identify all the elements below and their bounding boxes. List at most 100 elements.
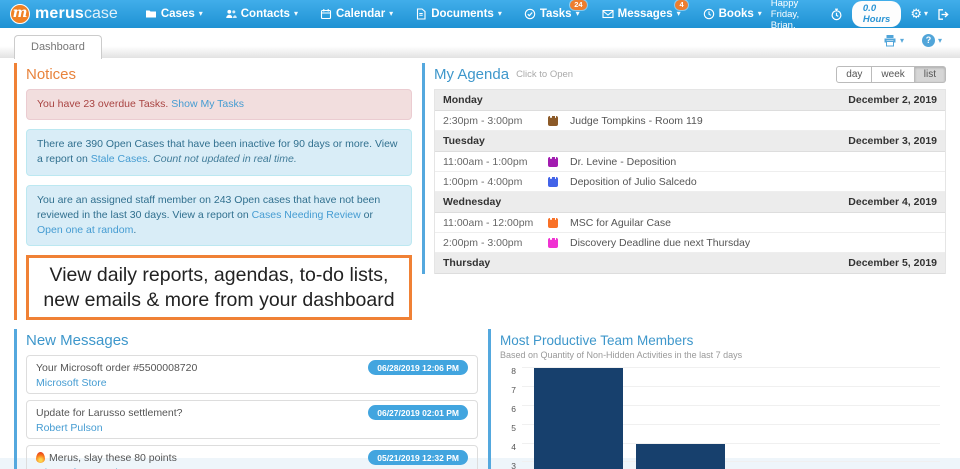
agenda-view-list[interactable]: list — [915, 66, 946, 83]
agenda-view-week[interactable]: week — [872, 66, 914, 83]
nav-item-documents[interactable]: Documents▾ — [406, 3, 511, 25]
event-calendar-icon — [548, 157, 558, 167]
event-title: Discovery Deadline due next Thursday — [570, 237, 750, 249]
nav-item-tasks[interactable]: Tasks▾24 — [515, 3, 589, 25]
message-sender-link[interactable]: Microsoft Store — [36, 377, 468, 389]
folder-icon — [145, 8, 157, 20]
caret-down-icon: ▾ — [576, 10, 580, 18]
chart-plot-area: VZWWBSMJL — [522, 368, 940, 469]
my-agenda-panel: My Agenda Click to Open dayweeklist Mond… — [422, 63, 946, 274]
y-tick-label: 8 — [511, 366, 516, 376]
agenda-event-row[interactable]: 11:00am - 12:00pm MSC for Aguilar Case — [435, 213, 945, 233]
y-tick-label: 7 — [511, 385, 516, 395]
message-date-badge: 06/27/2019 02:01 PM — [368, 405, 468, 420]
bar — [534, 368, 623, 469]
event-time: 11:00am - 1:00pm — [443, 156, 546, 168]
day-date: December 3, 2019 — [848, 135, 937, 147]
calendar-icon — [320, 8, 332, 20]
tab-dashboard[interactable]: Dashboard — [14, 35, 102, 59]
flame-icon — [36, 452, 45, 463]
caret-down-icon: ▾ — [199, 10, 203, 18]
agenda-event-row[interactable]: 11:00am - 1:00pm Dr. Levine - Deposition — [435, 152, 945, 172]
caret-down-icon: ▾ — [498, 10, 502, 18]
agenda-title: My Agenda — [434, 66, 509, 83]
bar-column-vz: VZ — [528, 368, 630, 469]
event-title: Dr. Levine - Deposition — [570, 156, 676, 168]
meruscase-logo[interactable]: m meruscase — [10, 4, 118, 24]
stopwatch-icon[interactable] — [830, 8, 843, 21]
y-tick-label: 3 — [511, 461, 516, 469]
books-icon — [703, 8, 715, 20]
event-calendar-icon — [548, 218, 558, 228]
caret-down-icon: ▾ — [294, 10, 298, 18]
event-title: Deposition of Julio Salcedo — [570, 176, 697, 188]
message-subject: Merus, slay these 80 points — [36, 452, 177, 464]
notice-link[interactable]: Cases Needing Review — [252, 209, 361, 221]
tab-bar: Dashboard ▾ ? ▾ — [0, 28, 960, 58]
notice-link[interactable]: Stale Cases — [91, 153, 148, 165]
greeting-text: Happy Friday, Brian. — [771, 0, 821, 31]
day-name: Tuesday — [443, 135, 485, 147]
notice-alert: There are 390 Open Cases that have been … — [26, 129, 412, 175]
bar-column-jl: JL — [833, 368, 935, 469]
print-menu[interactable]: ▾ — [883, 34, 904, 47]
notice-link[interactable]: Open one at random — [37, 224, 133, 236]
timer-hours-pill[interactable]: 0.0 Hours — [852, 1, 901, 27]
message-card[interactable]: Update for Larusso settlement? 06/27/2019… — [26, 400, 478, 439]
nav-item-contacts[interactable]: Contacts▾ — [216, 3, 307, 25]
logout-icon[interactable] — [937, 8, 950, 21]
bar-column-ww: WW — [630, 368, 732, 469]
message-sender-link[interactable]: Robert Pulson — [36, 422, 468, 434]
message-card[interactable]: Merus, slay these 80 points 05/21/2019 12… — [26, 445, 478, 469]
help-menu[interactable]: ? ▾ — [922, 34, 942, 47]
message-subject: Update for Larusso settlement? — [36, 407, 183, 419]
tab-bar-actions: ▾ ? ▾ — [883, 34, 942, 47]
y-tick-label: 5 — [511, 423, 516, 433]
bar-chart: 012345678 VZWWBSMJL — [500, 368, 940, 469]
bar-column-bsm: BSM — [731, 368, 833, 469]
message-date-badge: 05/21/2019 12:32 PM — [368, 450, 468, 465]
day-name: Monday — [443, 94, 483, 106]
tasks-icon — [524, 8, 536, 20]
agenda-event-row[interactable]: 1:00pm - 4:00pmDeposition of Julio Salce… — [435, 172, 945, 192]
new-messages-panel: New Messages Your Microsoft order #55000… — [14, 329, 478, 469]
agenda-event-row[interactable]: 2:30pm - 3:00pmJudge Tompkins - Room 119 — [435, 111, 945, 131]
chart-subtitle: Based on Quantity of Non-Hidden Activiti… — [500, 350, 946, 360]
agenda-table: Monday December 2, 2019 2:30pm - 3:00pmJud… — [434, 89, 946, 274]
caret-down-icon: ▾ — [677, 10, 681, 18]
notice-link[interactable]: Show My Tasks — [171, 98, 244, 110]
nav-item-messages[interactable]: Messages▾4 — [593, 3, 690, 25]
message-card[interactable]: Your Microsoft order #550000872006/28/20… — [26, 355, 478, 394]
envelope-icon — [602, 8, 614, 20]
agenda-view-day[interactable]: day — [836, 66, 872, 83]
day-date: December 2, 2019 — [848, 94, 937, 106]
dashboard-callout: View daily reports, agendas, to-do lists… — [26, 255, 412, 320]
event-time: 2:30pm - 3:00pm — [443, 115, 546, 127]
document-icon — [415, 8, 427, 20]
notice-alert: You have 23 overdue Tasks. Show My Tasks — [26, 89, 412, 120]
notices-panel: Notices You have 23 overdue Tasks. Show … — [14, 63, 412, 320]
nav-item-calendar[interactable]: Calendar▾ — [311, 3, 402, 25]
caret-down-icon: ▾ — [938, 37, 942, 45]
dashboard-content: Notices You have 23 overdue Tasks. Show … — [0, 58, 960, 458]
nav-item-cases[interactable]: Cases▾ — [136, 3, 212, 25]
brand-case: case — [84, 5, 118, 23]
agenda-event-row[interactable]: 2:00pm - 3:00pmDiscovery Deadline due ne… — [435, 233, 945, 253]
gear-icon: ⚙ — [910, 6, 922, 22]
bar — [636, 444, 725, 469]
nav-item-books[interactable]: Books▾ — [694, 3, 771, 25]
messages-list: Your Microsoft order #550000872006/28/20… — [26, 355, 478, 469]
event-title: MSC for Aguilar Case — [570, 217, 671, 229]
event-calendar-icon — [548, 238, 558, 248]
printer-icon — [883, 34, 897, 47]
help-icon: ? — [922, 34, 935, 47]
top-navbar: m meruscase Cases▾Contacts▾Calendar▾Docu… — [0, 0, 960, 28]
productivity-chart-panel: Most Productive Team Members Based on Qu… — [488, 329, 946, 469]
event-time: 11:00am - 12:00pm — [443, 217, 546, 229]
agenda-view-switcher: dayweeklist — [836, 66, 946, 83]
day-name: Thursday — [443, 257, 490, 269]
agenda-subtitle: Click to Open — [516, 69, 573, 80]
caret-down-icon: ▾ — [900, 37, 904, 45]
settings-menu[interactable]: ⚙▾ — [910, 6, 928, 22]
chart-title: Most Productive Team Members — [500, 333, 946, 348]
